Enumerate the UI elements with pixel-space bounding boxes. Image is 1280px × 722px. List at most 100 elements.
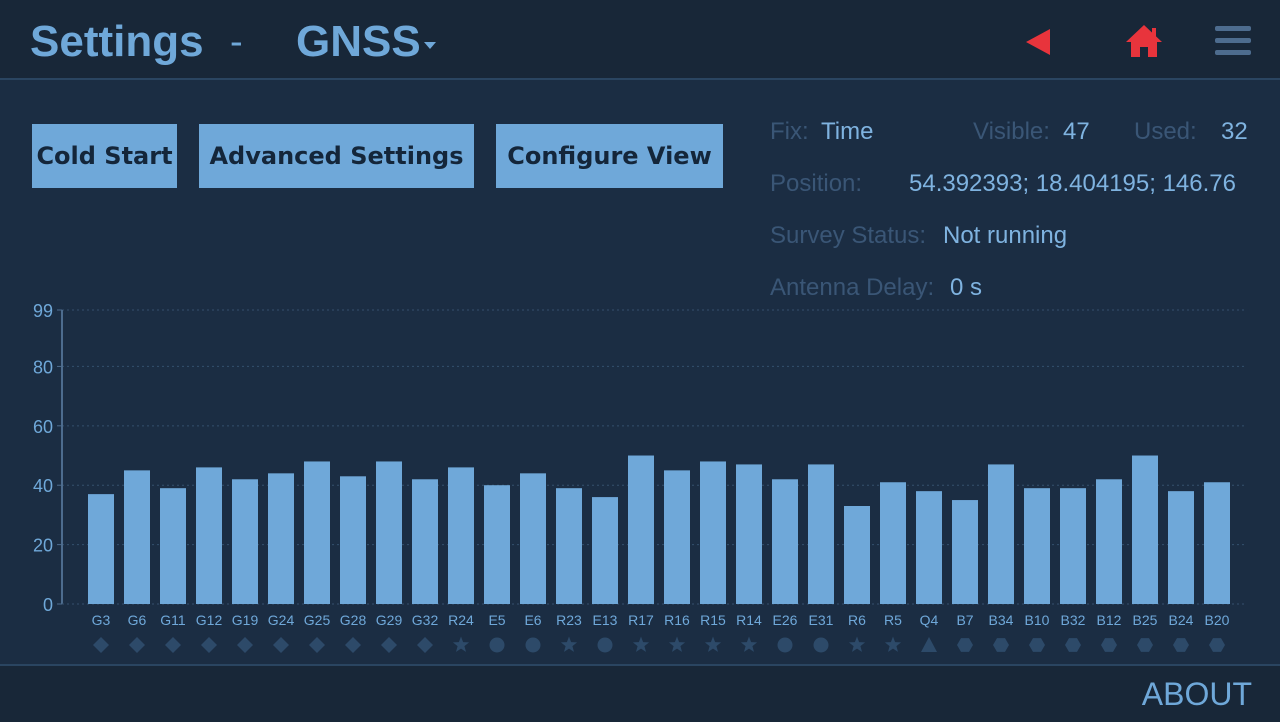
bar-B32 [1060, 488, 1086, 604]
antenna-delay-value: 0 s [950, 274, 983, 301]
survey-status-value: Not running [943, 222, 1068, 249]
hamburger-menu-icon[interactable] [1212, 20, 1256, 64]
x-tick-label: E13 [593, 612, 618, 628]
x-tick-label: G29 [376, 612, 403, 628]
hexagon-marker-icon [1065, 638, 1081, 652]
hexagon-marker-icon [993, 638, 1009, 652]
home-icon[interactable] [1122, 20, 1166, 64]
diamond-marker-icon [417, 637, 433, 653]
diamond-marker-icon [165, 637, 181, 653]
bar-R15 [700, 461, 726, 604]
used-label: Used: [1134, 118, 1197, 145]
diamond-marker-icon [345, 637, 361, 653]
x-tick-label: G11 [160, 612, 186, 628]
star-marker-icon [668, 636, 686, 652]
configure-view-button[interactable]: Configure View [496, 124, 723, 188]
y-tick-label: 0 [43, 595, 53, 615]
star-marker-icon [704, 636, 722, 652]
bar-R14 [736, 464, 762, 604]
diamond-marker-icon [381, 637, 397, 653]
diamond-marker-icon [309, 637, 325, 653]
chevron-down-icon[interactable] [424, 42, 436, 49]
x-tick-label: R16 [664, 612, 690, 628]
position-value: 54.392393; 18.404195; 146.76 [909, 170, 1236, 197]
diamond-marker-icon [237, 637, 253, 653]
bar-E26 [772, 479, 798, 604]
bar-R16 [664, 470, 690, 604]
bar-B7 [952, 500, 978, 604]
title-separator: - [230, 21, 243, 63]
bar-G25 [304, 461, 330, 604]
x-tick-label: R17 [628, 612, 654, 628]
page-title: Settings [30, 17, 204, 66]
bar-R17 [628, 455, 654, 604]
bar-R23 [556, 488, 582, 604]
x-tick-label: G28 [340, 612, 367, 628]
bar-E5 [484, 485, 510, 604]
x-tick-label: B25 [1133, 612, 1158, 628]
bar-B10 [1024, 488, 1050, 604]
bar-E13 [592, 497, 618, 604]
x-tick-label: G12 [196, 612, 223, 628]
fix-value: Time [821, 118, 874, 145]
x-tick-label: Q4 [920, 612, 939, 628]
circle-marker-icon [489, 637, 505, 653]
bar-G29 [376, 461, 402, 604]
bar-B34 [988, 464, 1014, 604]
star-marker-icon [632, 636, 650, 652]
visible-label: Visible: [973, 118, 1050, 145]
fix-label: Fix: [770, 118, 809, 145]
star-marker-icon [884, 636, 902, 652]
x-tick-label: G24 [268, 612, 295, 628]
bar-B12 [1096, 479, 1122, 604]
signal-strength-chart: 0 20 40 60 80 99 G3 G6 G11 G12 G19 G24 G25 G28 G29 G32 R… [33, 301, 1245, 653]
bar-E6 [520, 473, 546, 604]
x-tick-label: B32 [1061, 612, 1086, 628]
hexagon-marker-icon [1137, 638, 1153, 652]
bar-G3 [88, 494, 114, 604]
bar-G28 [340, 476, 366, 604]
advanced-settings-button[interactable]: Advanced Settings [199, 124, 474, 188]
x-tick-label: B34 [989, 612, 1014, 628]
star-marker-icon [560, 636, 578, 652]
diamond-marker-icon [129, 637, 145, 653]
hexagon-marker-icon [1173, 638, 1189, 652]
back-triangle-icon[interactable] [1018, 20, 1062, 64]
y-tick-label: 40 [33, 476, 53, 496]
bottom-bar: ABOUT [0, 664, 1280, 722]
x-tick-label: E6 [524, 612, 541, 628]
y-tick-label: 80 [33, 357, 53, 377]
x-tick-label: G32 [412, 612, 439, 628]
bar-G19 [232, 479, 258, 604]
bar-G24 [268, 473, 294, 604]
section-dropdown[interactable]: GNSS [296, 16, 421, 68]
x-tick-label: R24 [448, 612, 474, 628]
bar-R6 [844, 506, 870, 604]
bar-G32 [412, 479, 438, 604]
circle-marker-icon [597, 637, 613, 653]
hexagon-marker-icon [957, 638, 973, 652]
diamond-marker-icon [201, 637, 217, 653]
star-marker-icon [740, 636, 758, 652]
x-tick-label: E5 [488, 612, 505, 628]
visible-value: 47 [1063, 118, 1090, 145]
y-tick-label: 99 [33, 301, 53, 321]
cold-start-button[interactable]: Cold Start [32, 124, 177, 188]
x-tick-label: G25 [304, 612, 331, 628]
x-tick-label: G6 [128, 612, 147, 628]
bar-Q4 [916, 491, 942, 604]
about-link[interactable]: ABOUT [1142, 676, 1252, 713]
bar-B25 [1132, 455, 1158, 604]
diamond-marker-icon [273, 637, 289, 653]
hexagon-marker-icon [1029, 638, 1045, 652]
x-tick-label: E26 [773, 612, 798, 628]
x-tick-label: E31 [809, 612, 834, 628]
bar-B24 [1168, 491, 1194, 604]
top-bar: Settings - GNSS [0, 0, 1280, 80]
triangle-marker-icon [921, 637, 937, 652]
x-tick-label: B20 [1205, 612, 1230, 628]
x-tick-label: G19 [232, 612, 259, 628]
x-tick-label: R6 [848, 612, 866, 628]
x-tick-label: R23 [556, 612, 582, 628]
bar-B20 [1204, 482, 1230, 604]
